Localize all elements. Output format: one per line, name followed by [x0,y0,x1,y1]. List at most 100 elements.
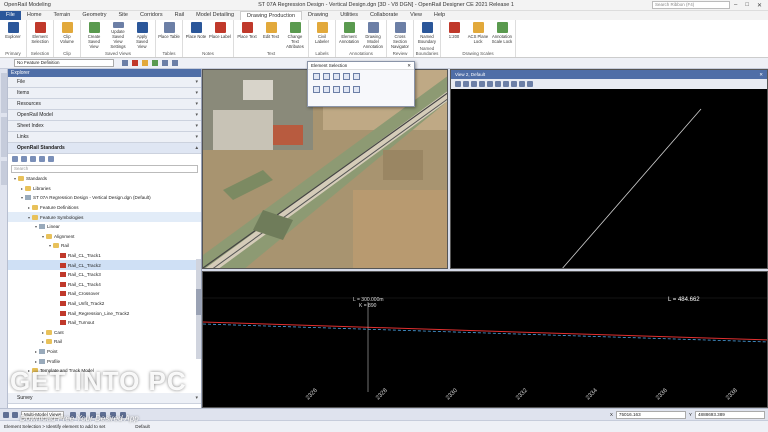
drawing-model-annotation-button[interactable]: Drawing Model Annotation [362,22,384,49]
tree-node[interactable]: ▸ Libraries [8,184,201,194]
tab-drawing-production[interactable]: Drawing Production [240,11,303,20]
tree-node[interactable]: ▾ Rail [8,241,201,251]
cross-section-navigator-button[interactable]: Cross Section Navigator [389,22,411,49]
tree-node[interactable]: ▸ Point [8,347,201,357]
section-links[interactable]: Links ▾ [8,132,201,143]
tab-view[interactable]: View [404,11,428,20]
tab-model-detailing[interactable]: Model Detailing [190,11,240,20]
tree-node[interactable]: ▸ Rail [8,337,201,347]
place-note-button[interactable]: Place Note [185,22,207,49]
place-label-button[interactable]: Place Label [209,22,231,49]
chevron-down-icon[interactable]: ▾ [195,79,198,85]
tree-node[interactable]: Rail_CL_Track3 [8,270,201,280]
chevron-down-icon[interactable]: ▾ [195,90,198,96]
copy-icon[interactable] [21,156,27,162]
add-mode-icon[interactable] [323,86,330,93]
place-table-button[interactable]: Place Table [158,22,180,49]
tree-node[interactable]: ▾ Standards [8,174,201,184]
block-select-icon[interactable] [323,73,330,80]
chevron-down-icon[interactable]: ▾ [195,123,198,129]
rotate-view-icon[interactable] [487,81,493,87]
clear-mode-icon[interactable] [353,86,360,93]
tree-node[interactable]: ▾ Feature Symbologies [8,212,201,222]
tab-geometry[interactable]: Geometry [76,11,112,20]
acs-plane-lock-button[interactable]: ACS Plane Lock [467,22,489,49]
tree-node[interactable]: ▸ Cant [8,328,201,338]
explorer-search-input[interactable]: Search [11,165,198,173]
chevron-down-icon[interactable]: ▾ [195,101,198,107]
tree-node[interactable]: ▾ Alignment [8,232,201,242]
side-tab-icons[interactable] [0,69,8,189]
tree-node[interactable]: ▾ Linear [8,222,201,232]
element-selection-button[interactable]: Element Selection [29,22,51,49]
tab-utilities[interactable]: Utilities [334,11,364,20]
tree-node[interactable]: Rail_Crossover [8,289,201,299]
create-saved-view-button[interactable]: Create Saved View [83,22,105,49]
explorer-scrollbar[interactable] [196,259,201,359]
tree-node[interactable]: ▾ ST 07A Regression Design - Vertical Des… [8,193,201,203]
element-annotation-button[interactable]: Element Annotation [338,22,360,49]
chevron-up-icon[interactable]: ▴ [195,145,198,151]
change-text-attributes-button[interactable]: Change Text Attributes [284,22,306,49]
tree-node[interactable]: Rail_Unfit_Track2 [8,299,201,309]
tree-node[interactable]: Rail_Turnout [8,318,201,328]
tree-node[interactable]: Rail_CL_Track1 [8,251,201,261]
section-resources[interactable]: Resources ▾ [8,99,201,110]
scrollbar-thumb[interactable] [196,289,201,315]
named-boundary-button[interactable]: Named Boundary [416,22,438,49]
tree-node[interactable]: Rail_CL_Track4 [8,280,201,290]
tab-file[interactable]: File [0,11,21,20]
tree-node[interactable]: ▸ Feature Definitions [8,203,201,213]
tab-drawing[interactable]: Drawing [302,11,334,20]
invert-mode-icon[interactable] [343,86,350,93]
close-icon[interactable]: ✕ [407,62,414,69]
x-coordinate[interactable]: 75016.163 [615,410,686,419]
tree-node[interactable]: Rail_CL_Track2 [8,260,201,270]
individual-select-icon[interactable] [313,73,320,80]
section-sheet-index[interactable]: Sheet Index ▾ [8,121,201,132]
apply-saved-view-button[interactable]: Apply Saved View [131,22,153,49]
flood-select-icon[interactable] [353,73,360,80]
maximize-icon[interactable]: □ [745,2,749,9]
view-close-icon[interactable]: ✕ [759,70,767,79]
tree-node[interactable]: Rail_Regression_Line_Track2 [8,308,201,318]
feature-toolbar-icons[interactable] [120,59,240,68]
tab-rail[interactable]: Rail [169,11,190,20]
subtract-mode-icon[interactable] [333,86,340,93]
zoom-in-icon[interactable] [463,81,469,87]
chevron-down-icon[interactable]: ▾ [195,134,198,140]
view-attributes-icon[interactable] [455,81,461,87]
render-mode-icon[interactable] [519,81,525,87]
section-items[interactable]: Items ▾ [8,88,201,99]
ribbon-search-input[interactable]: Search Ribbon (F4) [652,1,730,9]
close-icon[interactable]: ✕ [757,2,762,9]
place-text-button[interactable]: Place Text [236,22,258,49]
tab-corridors[interactable]: Corridors [134,11,169,20]
annotation-scale-lock-button[interactable]: Annotation Scale Lock [491,22,513,49]
tab-terrain[interactable]: Terrain [48,11,77,20]
1-200-button[interactable]: 1:200 [443,22,465,49]
fit-view-icon[interactable] [479,81,485,87]
delete-icon[interactable] [39,156,45,162]
refresh-icon[interactable] [48,156,54,162]
feature-definition-select[interactable]: No Feature Definition [14,59,114,67]
new-mode-icon[interactable] [313,86,320,93]
update-saved-view-settings-button[interactable]: Update Saved View Settings [107,22,129,49]
pan-view-icon[interactable] [495,81,501,87]
tab-home[interactable]: Home [21,11,48,20]
section-openrail-standards[interactable]: OpenRail Standards ▴ [8,143,201,154]
camera-icon[interactable] [527,81,533,87]
line-select-icon[interactable] [343,73,350,80]
view-previous-icon[interactable] [503,81,509,87]
shape-select-icon[interactable] [333,73,340,80]
section-file[interactable]: File ▾ [8,77,201,88]
paste-icon[interactable] [30,156,36,162]
view-next-icon[interactable] [511,81,517,87]
zoom-out-icon[interactable] [471,81,477,87]
edit-text-button[interactable]: Edit Text [260,22,282,49]
add-icon[interactable] [12,156,18,162]
view-2-3d[interactable]: View 2, Default ✕ [450,69,768,269]
view-3-profile[interactable]: L = 300.000m K = 890 L = 484.662 2326 232… [202,271,768,408]
tab-help[interactable]: Help [428,11,451,20]
tab-collaborate[interactable]: Collaborate [364,11,404,20]
